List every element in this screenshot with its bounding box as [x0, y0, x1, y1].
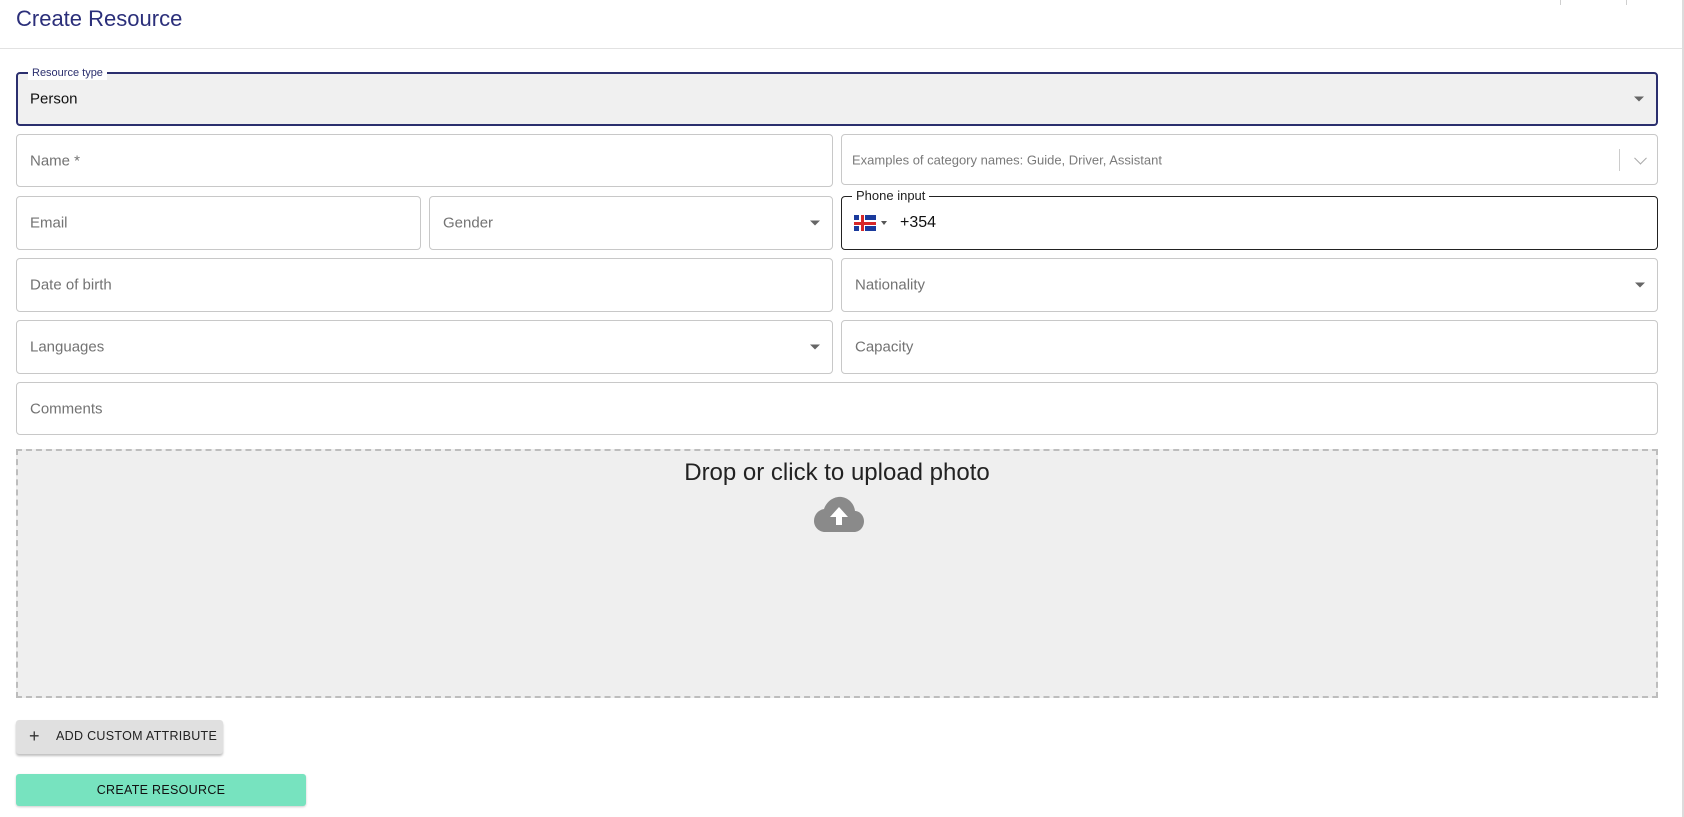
comments-field[interactable]: Comments — [16, 382, 1658, 435]
phone-input[interactable]: Phone input +354 — [841, 189, 1658, 250]
languages-placeholder: Languages — [30, 338, 105, 356]
date-of-birth-placeholder: Date of birth — [30, 276, 112, 294]
chevron-down-icon — [1634, 96, 1644, 102]
resource-type-value: Person — [30, 90, 78, 108]
date-of-birth-field[interactable]: Date of birth — [16, 258, 833, 312]
add-custom-attribute-button[interactable]: + ADD CUSTOM ATTRIBUTE — [16, 720, 223, 754]
category-divider — [1619, 149, 1620, 171]
gender-select[interactable]: Gender — [429, 196, 833, 250]
comments-placeholder: Comments — [30, 400, 103, 417]
add-custom-attribute-label: ADD CUSTOM ATTRIBUTE — [56, 729, 218, 743]
page-title: Create Resource — [16, 6, 183, 31]
photo-dropzone[interactable]: Drop or click to upload photo — [16, 449, 1658, 698]
page-header: Create Resource — [0, 0, 1682, 49]
category-select[interactable]: Examples of category names: Guide, Drive… — [841, 134, 1658, 185]
chevron-down-icon — [1635, 282, 1645, 288]
create-resource-page: Create Resource Resource type Person Nam… — [0, 0, 1684, 817]
header-divider — [1626, 0, 1627, 5]
email-placeholder: Email — [30, 214, 68, 232]
nationality-select[interactable]: Nationality — [841, 258, 1658, 312]
phone-value: +354 — [900, 214, 937, 231]
resource-type-select[interactable]: Resource type Person — [16, 66, 1658, 126]
resource-type-label: Resource type — [28, 66, 107, 80]
email-field[interactable]: Email — [16, 196, 421, 250]
capacity-placeholder: Capacity — [855, 338, 914, 356]
cloud-upload-icon — [814, 496, 864, 532]
gender-placeholder: Gender — [443, 214, 494, 232]
chevron-down-icon — [1634, 151, 1647, 165]
capacity-field[interactable]: Capacity — [841, 320, 1658, 374]
country-caret-icon[interactable] — [881, 221, 887, 225]
plus-icon: + — [29, 726, 40, 746]
iceland-flag-icon[interactable] — [854, 215, 876, 231]
chevron-down-icon — [810, 344, 820, 350]
phone-input-label: Phone input — [852, 189, 930, 203]
header-divider — [1560, 0, 1561, 5]
category-placeholder: Examples of category names: Guide, Drive… — [852, 152, 1162, 167]
name-placeholder: Name * — [30, 152, 81, 169]
nationality-placeholder: Nationality — [855, 276, 926, 294]
chevron-down-icon — [810, 220, 820, 226]
upload-text: Drop or click to upload photo — [684, 459, 990, 486]
languages-select[interactable]: Languages — [16, 320, 833, 374]
name-field[interactable]: Name * — [16, 134, 833, 187]
create-resource-button[interactable]: CREATE RESOURCE — [16, 774, 306, 806]
